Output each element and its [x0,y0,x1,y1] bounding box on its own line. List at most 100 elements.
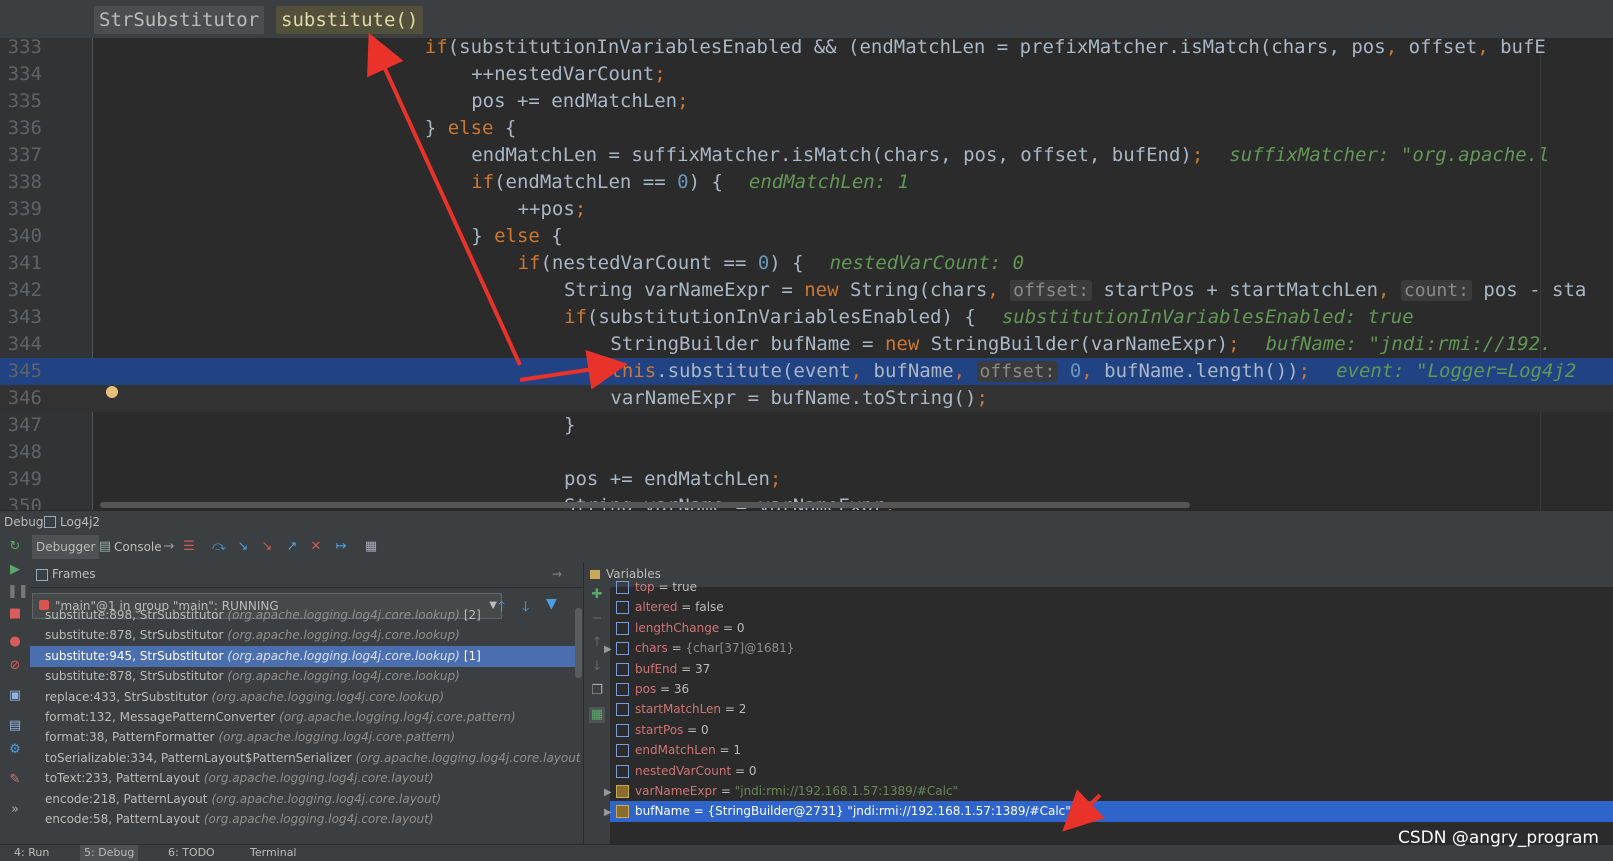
variable-row[interactable]: lengthChange = 0 [610,618,1613,639]
mute-breakpoints-icon[interactable]: ⊘ [7,658,23,674]
line-number[interactable]: 336 [6,115,42,142]
line-number[interactable]: 349 [6,466,42,493]
variable-row[interactable]: ▶ chars = {char[37]@1681} [604,638,1613,659]
todo-tool-button[interactable]: 6: TODO [168,845,215,861]
variable-row[interactable]: nestedVarCount = 0 [610,761,1613,782]
restore-layout-icon[interactable]: ▤ [7,718,23,734]
variable-row[interactable]: ▶ bufName = {StringBuilder@2731} "jndi:rm… [604,801,1613,823]
code-line[interactable]: 337 endMatchLen = suffixMatcher.isMatch(c… [0,142,1613,169]
move-up-icon[interactable]: ↑ [589,635,605,651]
code-line[interactable]: 340} else { [0,223,1613,250]
stack-frame[interactable]: encode:58, PatternLayout (org.apache.logg… [30,809,580,830]
remove-watch-icon[interactable]: − [589,611,605,627]
code-line[interactable]: 347} [0,412,1613,439]
code-line[interactable]: 335 pos += endMatchLen; [0,88,1613,115]
step-out-icon[interactable]: ↗ [285,540,299,554]
variable-row[interactable]: startMatchLen = 2 [610,699,1613,720]
line-number[interactable]: 335 [6,88,42,115]
stack-frame[interactable]: substitute:878, StrSubstitutor (org.apach… [30,625,580,646]
code-line[interactable]: 343 if(substitutionInVariablesEnabled) {s… [0,304,1613,331]
code-line[interactable]: 334 ++nestedVarCount; [0,61,1613,88]
rerun-icon[interactable]: ↻ [8,540,22,554]
editor-horizontal-scrollbar[interactable] [100,502,1190,508]
new-watch-icon[interactable]: ✚ [589,587,605,603]
run-config-label[interactable]: Log4j2 [60,511,100,533]
stack-frame[interactable]: substitute:878, StrSubstitutor (org.apach… [30,666,580,687]
evaluate-expression-icon[interactable]: ▦ [364,540,378,554]
stack-frame[interactable]: toText:233, PatternLayout (org.apache.log… [30,768,580,789]
code-line[interactable]: 344 StringBuilder bufName = new StringBui… [0,331,1613,358]
frames-hide-icon[interactable]: → [552,562,562,587]
view-breakpoints-icon[interactable]: ● [7,634,23,650]
intention-bulb-icon[interactable] [106,386,118,398]
resume-icon[interactable]: ▶ [7,562,23,578]
variable-row[interactable]: startPos = 0 [610,720,1613,741]
pause-icon[interactable]: ❚❚ [7,584,29,600]
move-down-icon[interactable]: ↓ [589,659,605,675]
variable-row[interactable]: endMatchLen = 1 [610,740,1613,761]
expand-arrow-icon[interactable]: ▶ [604,802,616,823]
terminal-tool-button[interactable]: Terminal [250,845,297,861]
expand-arrow-icon[interactable]: ▶ [604,782,616,803]
show-watches-icon[interactable]: ▦ [589,707,605,723]
run-tool-button[interactable]: 4: Run [14,845,49,861]
stack-frame[interactable]: replace:433, StrSubstitutor (org.apache.l… [30,687,580,708]
line-number[interactable]: 345 [6,358,42,385]
more-icon[interactable]: » [7,802,23,818]
code-line[interactable]: 345 this.substitute(event, bufName, offse… [0,358,1613,385]
show-execution-point-icon[interactable]: ☰ [182,540,196,554]
tab-debugger[interactable]: Debugger [32,535,100,559]
line-number[interactable]: 333 [6,38,42,61]
step-into-icon[interactable]: ↘ [236,540,250,554]
line-number[interactable]: 337 [6,142,42,169]
stop-icon[interactable]: ■ [7,606,23,622]
run-to-cursor-icon[interactable]: ↦ [334,540,348,554]
code-line[interactable]: 339 ++pos; [0,196,1613,223]
copy-icon[interactable]: ❐ [589,683,605,699]
drop-frame-icon[interactable]: ✕ [309,540,323,554]
line-number[interactable]: 343 [6,304,42,331]
line-number[interactable]: 340 [6,223,42,250]
code-editor[interactable]: 333 if(substitutionInVariablesEnabled && … [0,38,1613,510]
breadcrumb-class[interactable]: StrSubstitutor [94,6,265,34]
code-line[interactable]: 342 String varNameExpr = new String(chars… [0,277,1613,304]
code-line[interactable]: 341 if(nestedVarCount == 0) {nestedVarCou… [0,250,1613,277]
variable-row[interactable]: top = true [610,577,1613,598]
variable-row[interactable]: ▶ varNameExpr = "jndi:rmi://192.168.1.57:… [604,781,1613,802]
line-number[interactable]: 339 [6,196,42,223]
breadcrumb-method[interactable]: substitute() [276,6,424,34]
line-number[interactable]: 341 [6,250,42,277]
stack-frame[interactable]: substitute:945, StrSubstitutor (org.apach… [30,645,580,667]
code-line[interactable]: 333 if(substitutionInVariablesEnabled && … [0,38,1613,61]
pin-tab-icon[interactable]: ✎ [7,772,23,788]
line-number[interactable]: 344 [6,331,42,358]
code-line[interactable]: 338 if(endMatchLen == 0) {endMatchLen: 1 [0,169,1613,196]
code-line[interactable]: 348 [0,439,1613,466]
code-line[interactable]: 336} else { [0,115,1613,142]
line-number[interactable]: 346 [6,385,42,412]
tab-console[interactable]: Console [110,535,166,559]
step-over-icon[interactable]: ⤼ [212,540,226,554]
code-line[interactable]: 346 varNameExpr = bufName.toString(); [0,385,1613,412]
force-step-into-icon[interactable]: ↘ [260,540,274,554]
variable-row[interactable]: bufEnd = 37 [610,659,1613,680]
debug-tool-button[interactable]: 5: Debug [80,845,139,861]
stack-frame[interactable]: encode:218, PatternLayout (org.apache.log… [30,789,580,810]
line-number[interactable]: 347 [6,412,42,439]
settings-gear-icon[interactable]: ⚙ [7,742,23,758]
line-number[interactable]: 338 [6,169,42,196]
code-line[interactable]: 349 pos += endMatchLen; [0,466,1613,493]
line-number[interactable]: 348 [6,439,42,466]
variable-row[interactable]: altered = false [610,597,1613,618]
expand-arrow-icon[interactable]: ▶ [604,639,616,660]
console-pin-icon[interactable]: → [162,540,176,554]
get-thread-dump-icon[interactable]: ▣ [7,688,23,704]
line-number[interactable]: 334 [6,61,42,88]
stack-frame[interactable]: format:38, PatternFormatter (org.apache.l… [30,727,580,748]
stack-frame[interactable]: substitute:898, StrSubstitutor (org.apach… [30,605,580,626]
line-number[interactable]: 342 [6,277,42,304]
variable-row[interactable]: pos = 36 [610,679,1613,700]
stack-frame[interactable]: toSerializable:334, PatternLayout$Patter… [30,748,580,769]
line-number[interactable]: 350 [6,493,42,510]
frames-scrollbar[interactable] [575,608,582,678]
